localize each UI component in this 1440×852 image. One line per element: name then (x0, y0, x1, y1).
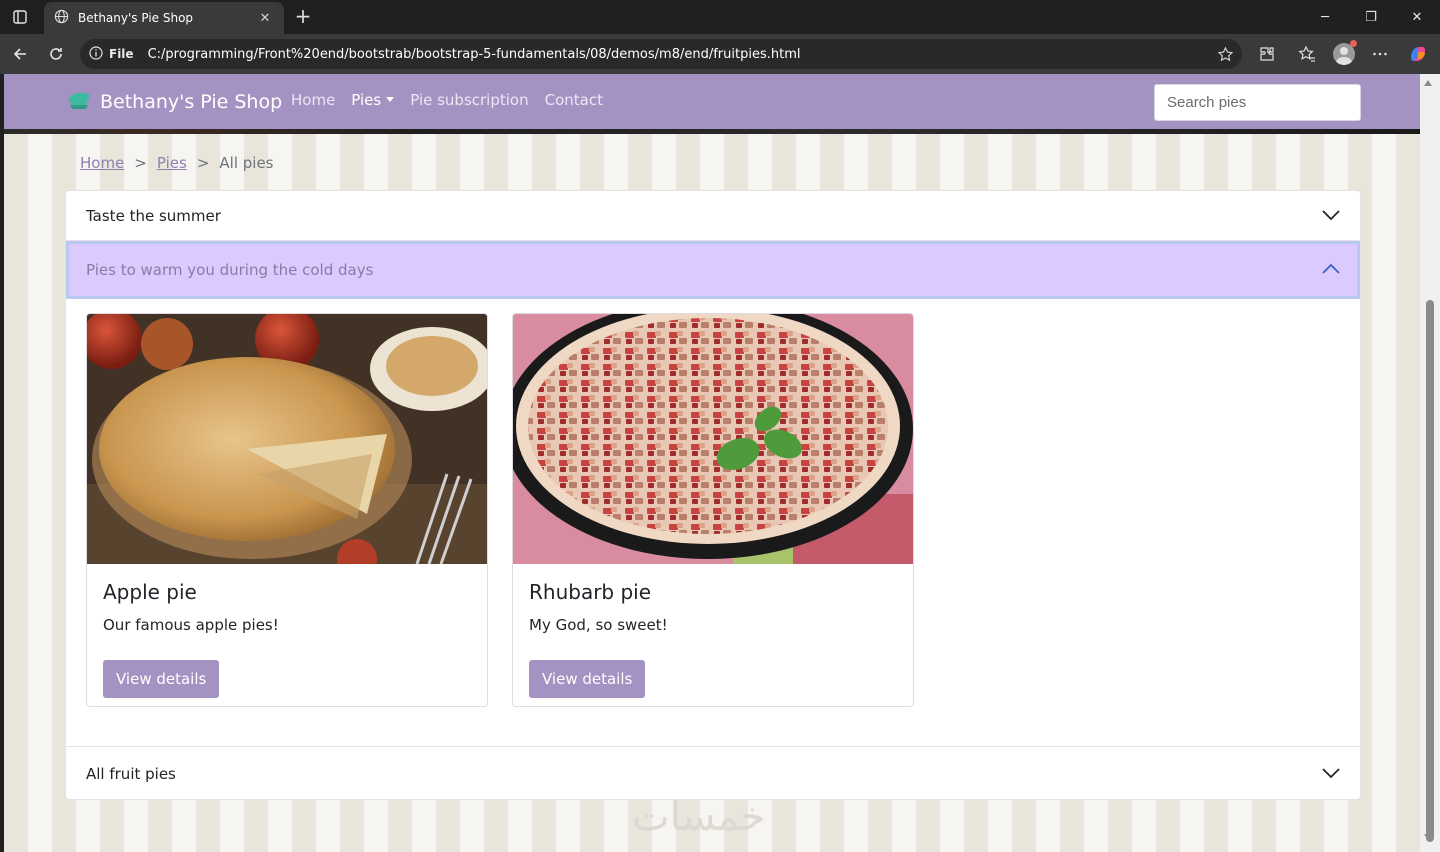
card-title: Rhubarb pie (529, 580, 652, 604)
browser-tab-bar: Bethany's Pie Shop ✕ + ─ ❐ ✕ (0, 0, 1440, 34)
copilot-icon[interactable] (1403, 40, 1433, 68)
accordion-header-summer[interactable]: Taste the summer (66, 191, 1360, 241)
page-viewport: Bethany's Pie Shop Home Pies Pie subscri… (4, 74, 1420, 852)
breadcrumb-pies-link[interactable]: Pies (157, 154, 187, 172)
restore-icon[interactable]: ❐ (1348, 0, 1394, 34)
tab-actions-icon[interactable] (6, 5, 34, 29)
accordion-title: Taste the summer (86, 206, 221, 225)
card-text: My God, so sweet! (529, 616, 668, 634)
main-nav: Home Pies Pie subscription Contact (291, 91, 603, 109)
browser-toolbar: File C:/programming/Front%20end/bootstra… (0, 34, 1440, 74)
rhubarb-pie-image (513, 314, 913, 564)
window-controls: ─ ❐ ✕ (1302, 0, 1440, 34)
address-bar[interactable]: File C:/programming/Front%20end/bootstra… (80, 39, 1242, 69)
watermark-logo: خمسات (632, 794, 766, 840)
breadcrumb-home-link[interactable]: Home (80, 154, 124, 172)
card-title: Apple pie (103, 580, 197, 604)
search-input[interactable] (1154, 84, 1361, 121)
apple-pie-image (87, 314, 487, 564)
close-window-icon[interactable]: ✕ (1394, 0, 1440, 34)
nav-subscription-link[interactable]: Pie subscription (410, 91, 528, 109)
file-label: File (109, 47, 134, 61)
view-details-button[interactable]: View details (529, 660, 646, 698)
chevron-down-icon (1322, 207, 1340, 225)
site-info[interactable]: File (89, 45, 148, 64)
brand-name: Bethany's Pie Shop (100, 91, 283, 113)
accordion-header-cold-days[interactable]: Pies to warm you during the cold days (66, 241, 1360, 299)
favorites-icon[interactable] (1292, 40, 1322, 68)
page-scrollbar[interactable] (1420, 74, 1440, 852)
tab-title: Bethany's Pie Shop (78, 11, 194, 25)
breadcrumb-current: All pies (219, 154, 274, 172)
site-navbar: Bethany's Pie Shop Home Pies Pie subscri… (4, 74, 1420, 134)
scroll-up-icon[interactable] (1424, 80, 1432, 86)
nav-pies-dropdown[interactable]: Pies (351, 91, 395, 109)
notification-dot (1350, 40, 1357, 47)
chevron-up-icon (1322, 261, 1340, 279)
pie-card-rhubarb: Rhubarb pie My God, so sweet! View detai… (512, 313, 914, 707)
breadcrumb-separator: > (196, 154, 210, 172)
card-text: Our famous apple pies! (103, 616, 279, 634)
scrollbar-thumb[interactable] (1426, 300, 1434, 842)
accordion-title: All fruit pies (86, 764, 176, 783)
more-menu-icon[interactable] (1365, 40, 1395, 68)
caret-down-icon (386, 97, 395, 102)
minimize-icon[interactable]: ─ (1302, 0, 1348, 34)
nav-contact-link[interactable]: Contact (545, 91, 603, 109)
profile-avatar[interactable] (1329, 40, 1359, 68)
new-tab-icon[interactable]: + (290, 4, 316, 30)
globe-icon (54, 9, 69, 28)
close-tab-icon[interactable]: ✕ (256, 11, 274, 26)
breadcrumb: Home > Pies > All pies (80, 154, 274, 172)
reload-icon[interactable] (42, 40, 70, 68)
scroll-down-icon[interactable] (1424, 834, 1432, 840)
info-icon (89, 45, 103, 64)
chevron-down-icon (1322, 765, 1340, 783)
brand[interactable]: Bethany's Pie Shop (66, 89, 282, 115)
back-icon[interactable] (6, 40, 34, 68)
accordion-title: Pies to warm you during the cold days (86, 261, 374, 279)
accordion-header-all-fruit[interactable]: All fruit pies (66, 746, 1360, 800)
url-text[interactable]: C:/programming/Front%20end/bootstrab/boo… (148, 47, 1208, 62)
favorite-star-icon[interactable] (1208, 46, 1242, 63)
extensions-icon[interactable] (1252, 40, 1282, 68)
nav-home-link[interactable]: Home (291, 91, 335, 109)
pies-accordion: Taste the summer Pies to warm you during… (65, 190, 1361, 800)
pie-card-apple: Apple pie Our famous apple pies! View de… (86, 313, 488, 707)
breadcrumb-separator: > (134, 154, 147, 172)
browser-tab[interactable]: Bethany's Pie Shop ✕ (44, 2, 284, 34)
view-details-button[interactable]: View details (103, 660, 220, 698)
nav-pies-label: Pies (351, 91, 382, 109)
navbar-bottom-strip (4, 129, 1420, 134)
pie-logo-icon (66, 89, 92, 115)
